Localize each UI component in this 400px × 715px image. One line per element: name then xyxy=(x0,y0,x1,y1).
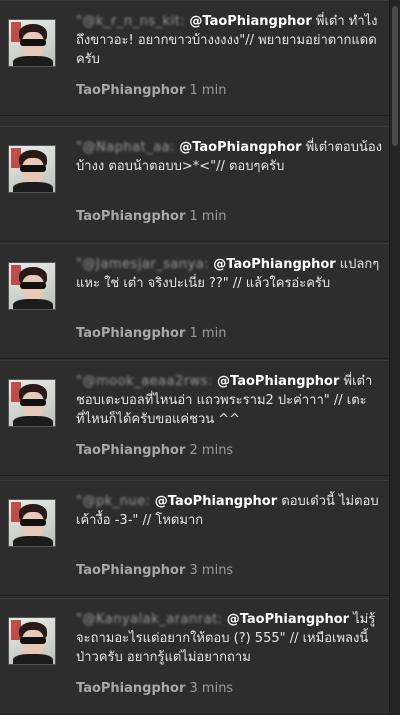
scrollbar-thumb[interactable] xyxy=(392,6,398,146)
blurred-username: "@k_r_n_ns_kit: xyxy=(76,14,186,29)
user-avatar[interactable] xyxy=(8,262,56,310)
mention-link[interactable]: @TaoPhiangphor xyxy=(213,257,335,272)
tweet-meta: TaoPhiangphor 1 min xyxy=(76,83,226,98)
mention-link[interactable]: @TaoPhiangphor xyxy=(155,494,277,509)
user-avatar[interactable] xyxy=(8,617,56,665)
author-name[interactable]: TaoPhiangphor xyxy=(76,83,185,98)
timestamp[interactable]: 3 mins xyxy=(190,563,234,578)
tweet-text: "@Kanyalak_aranrat: @TaoPhiangphor ไม่รู… xyxy=(76,610,382,667)
author-name[interactable]: TaoPhiangphor xyxy=(76,681,185,696)
tweet-text: "@k_r_n_ns_kit: @TaoPhiangphor พี่เต๋า ท… xyxy=(76,12,382,69)
mention-link[interactable]: @TaoPhiangphor xyxy=(217,374,339,389)
tweet-item[interactable]: "@k_r_n_ns_kit: @TaoPhiangphor พี่เต๋า ท… xyxy=(0,0,389,116)
tweet-item[interactable]: "@pk_nue: @TaoPhiangphor ตอบเด๋วนี้ ไม่ต… xyxy=(0,480,389,596)
author-name[interactable]: TaoPhiangphor xyxy=(76,326,185,341)
tweet-text: "@pk_nue: @TaoPhiangphor ตอบเด๋วนี้ ไม่ต… xyxy=(76,492,382,530)
author-name[interactable]: TaoPhiangphor xyxy=(76,209,185,224)
vertical-scrollbar[interactable] xyxy=(390,0,400,715)
tweet-timeline: "@k_r_n_ns_kit: @TaoPhiangphor พี่เต๋า ท… xyxy=(0,0,390,715)
author-name[interactable]: TaoPhiangphor xyxy=(76,563,185,578)
tweet-item[interactable]: "@mook_aeaa2rws: @TaoPhiangphor พี่เต๋าช… xyxy=(0,360,389,476)
user-avatar[interactable] xyxy=(8,379,56,427)
mention-link[interactable]: @TaoPhiangphor xyxy=(189,14,311,29)
user-avatar[interactable] xyxy=(8,145,56,193)
blurred-username: "@pk_nue: xyxy=(76,494,151,509)
tweet-item[interactable]: "@Kanyalak_aranrat: @TaoPhiangphor ไม่รู… xyxy=(0,598,389,715)
tweet-meta: TaoPhiangphor 1 min xyxy=(76,209,226,224)
tweet-item[interactable]: "@Naphat_aa: @TaoPhiangphor พี่เต๋าตอบน้… xyxy=(0,126,389,242)
blurred-username: "@mook_aeaa2rws: xyxy=(76,374,213,389)
timestamp[interactable]: 2 mins xyxy=(190,443,234,458)
timestamp[interactable]: 1 min xyxy=(190,209,227,224)
tweet-text: "@mook_aeaa2rws: @TaoPhiangphor พี่เต๋าช… xyxy=(76,372,382,429)
tweet-text: "@Jamesjar_sanya: @TaoPhiangphor แปลกๆแห… xyxy=(76,255,382,293)
tweet-item[interactable]: "@Jamesjar_sanya: @TaoPhiangphor แปลกๆแห… xyxy=(0,243,389,359)
timestamp[interactable]: 1 min xyxy=(190,326,227,341)
timestamp[interactable]: 1 min xyxy=(190,83,227,98)
tweet-meta: TaoPhiangphor 3 mins xyxy=(76,681,233,696)
blurred-username: "@Jamesjar_sanya: xyxy=(76,257,210,272)
tweet-meta: TaoPhiangphor 1 min xyxy=(76,326,226,341)
blurred-username: "@Kanyalak_aranrat: xyxy=(76,612,223,627)
mention-link[interactable]: @TaoPhiangphor xyxy=(227,612,349,627)
tweet-meta: TaoPhiangphor 2 mins xyxy=(76,443,233,458)
timestamp[interactable]: 3 mins xyxy=(190,681,234,696)
author-name[interactable]: TaoPhiangphor xyxy=(76,443,185,458)
blurred-username: "@Naphat_aa: xyxy=(76,140,176,155)
tweet-text: "@Naphat_aa: @TaoPhiangphor พี่เต๋าตอบน้… xyxy=(76,138,382,176)
tweet-meta: TaoPhiangphor 3 mins xyxy=(76,563,233,578)
mention-link[interactable]: @TaoPhiangphor xyxy=(179,140,301,155)
user-avatar[interactable] xyxy=(8,19,56,67)
user-avatar[interactable] xyxy=(8,499,56,547)
